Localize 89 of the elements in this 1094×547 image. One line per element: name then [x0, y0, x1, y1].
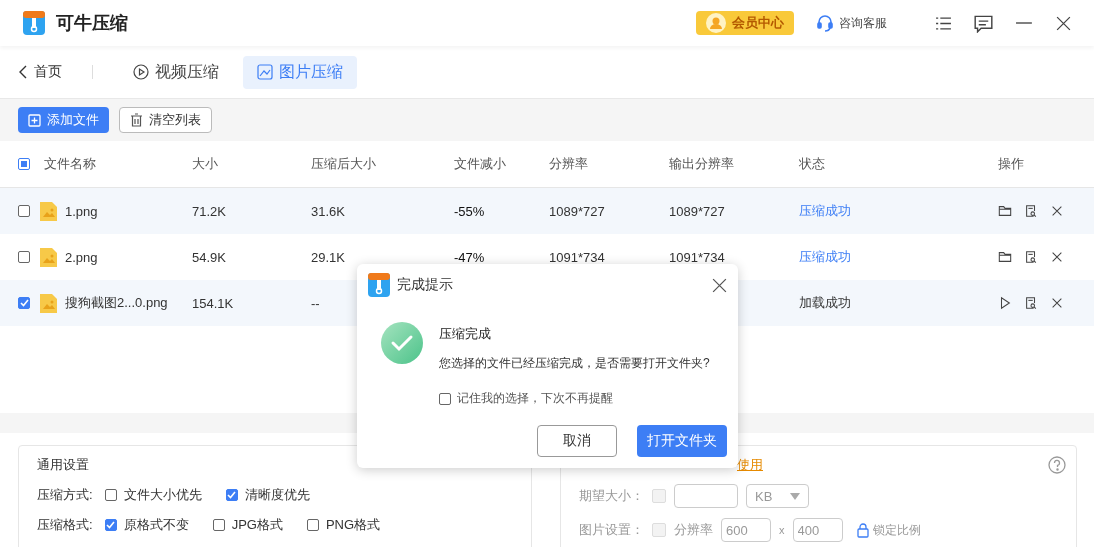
option-label: 原格式不变 [123, 516, 189, 534]
select-all-checkbox[interactable] [18, 158, 30, 170]
headset-icon [816, 14, 834, 32]
status-text: 加载成功 [799, 294, 852, 312]
checkbox[interactable] [18, 297, 30, 309]
plus-icon [28, 113, 41, 127]
image-icon [257, 64, 273, 80]
checkbox[interactable] [104, 519, 117, 531]
table-cell-text: 54.9K [192, 249, 227, 265]
caret-icon [790, 492, 801, 500]
setting-label: 图片设置： [579, 521, 644, 539]
checkbox[interactable] [104, 489, 117, 501]
setting-label: 压缩方式: [37, 486, 93, 504]
table-cell-text: -- [311, 295, 321, 311]
column-header: 输出分辨率 [669, 155, 735, 173]
times-sign: x [779, 524, 785, 536]
column-header: 分辨率 [549, 155, 589, 173]
tab[interactable]: 图片压缩 [243, 55, 357, 89]
lock-ratio-label: 锁定比例 [872, 521, 921, 539]
file-name: 1.png [65, 203, 98, 219]
trash-icon [130, 113, 143, 127]
folder-icon[interactable] [998, 204, 1012, 218]
cancel-button[interactable]: 取消 [537, 425, 617, 457]
table-cell-text: 154.1K [192, 295, 235, 311]
checkbox[interactable] [18, 205, 30, 217]
image-file-icon [40, 247, 57, 267]
close-icon[interactable] [711, 276, 728, 294]
column-header: 文件名称 [44, 155, 97, 173]
dialog-title: 完成提示 [397, 276, 453, 294]
app-logo-icon [367, 272, 391, 298]
option-label: JPG格式 [231, 516, 283, 534]
remember-label: 记住我的选择，下次不再提醒 [457, 390, 613, 407]
message-icon[interactable] [974, 13, 993, 33]
vip-button[interactable]: 会员中心 [696, 11, 794, 35]
back-link[interactable]: 首页 [18, 63, 62, 81]
checkbox[interactable] [18, 251, 30, 263]
table-cell-text: 1089*727 [549, 203, 606, 219]
preview-icon[interactable] [1024, 204, 1038, 218]
image-file-icon [40, 293, 57, 313]
file-name: 搜狗截图2...0.png [65, 294, 168, 312]
option-label: 分辨率 [674, 521, 713, 539]
app-title: 可牛压缩 [56, 12, 128, 35]
setting-label: 期望大小： [579, 487, 644, 505]
column-header: 文件减小 [454, 155, 507, 173]
status-text: 压缩成功 [799, 202, 852, 220]
column-header: 操作 [998, 155, 1025, 173]
folder-icon[interactable] [998, 250, 1012, 264]
table-cell-text: 71.2K [192, 203, 227, 219]
option-label: 清晰度优先 [244, 486, 310, 504]
play-circle-icon [133, 64, 149, 80]
option-label: 文件大小优先 [123, 486, 202, 504]
table-cell-text: 1091*734 [669, 249, 726, 265]
preview-icon[interactable] [1024, 296, 1038, 310]
play-icon[interactable] [998, 296, 1012, 310]
section-title: 通用设置 [37, 456, 90, 474]
success-icon [381, 322, 423, 364]
remove-icon[interactable] [1050, 296, 1064, 310]
table-cell-text: 1089*727 [669, 203, 726, 219]
clear-list-button[interactable]: 清空列表 [119, 107, 212, 133]
add-files-button[interactable]: 添加文件 [18, 107, 109, 133]
dialog-heading: 压缩完成 [439, 325, 492, 343]
file-name: 2.png [65, 249, 98, 265]
column-header: 压缩后大小 [311, 155, 377, 173]
column-header: 状态 [799, 155, 826, 173]
checkbox[interactable] [212, 519, 225, 531]
checkbox[interactable] [306, 519, 319, 531]
table-cell-text: 31.6K [311, 203, 346, 219]
setting-label: 压缩格式: [37, 516, 93, 534]
close-icon[interactable] [1055, 14, 1072, 32]
column-header: 大小 [192, 155, 219, 173]
preview-icon[interactable] [1024, 250, 1038, 264]
app-logo-icon [22, 10, 46, 36]
dialog-message: 您选择的文件已经压缩完成，是否需要打开文件夹? [439, 355, 710, 372]
checkbox[interactable] [225, 489, 238, 501]
open-folder-button[interactable]: 打开文件夹 [637, 425, 727, 457]
remove-icon[interactable] [1050, 250, 1064, 264]
table-cell-text: 29.1K [311, 249, 346, 265]
status-text: 压缩成功 [799, 248, 852, 266]
tab[interactable]: 视频压缩 [119, 55, 233, 89]
image-file-icon [40, 201, 57, 221]
option-label: PNG格式 [325, 516, 381, 534]
checkbox[interactable] [439, 392, 451, 405]
table-cell-text: -55% [454, 203, 486, 219]
table-cell-text: 1091*734 [549, 249, 606, 265]
support-link[interactable]: 咨询客服 [816, 14, 887, 32]
table-cell-text: -47% [454, 249, 486, 265]
remove-icon[interactable] [1050, 204, 1064, 218]
user-icon [706, 13, 726, 33]
back-icon [18, 65, 28, 79]
